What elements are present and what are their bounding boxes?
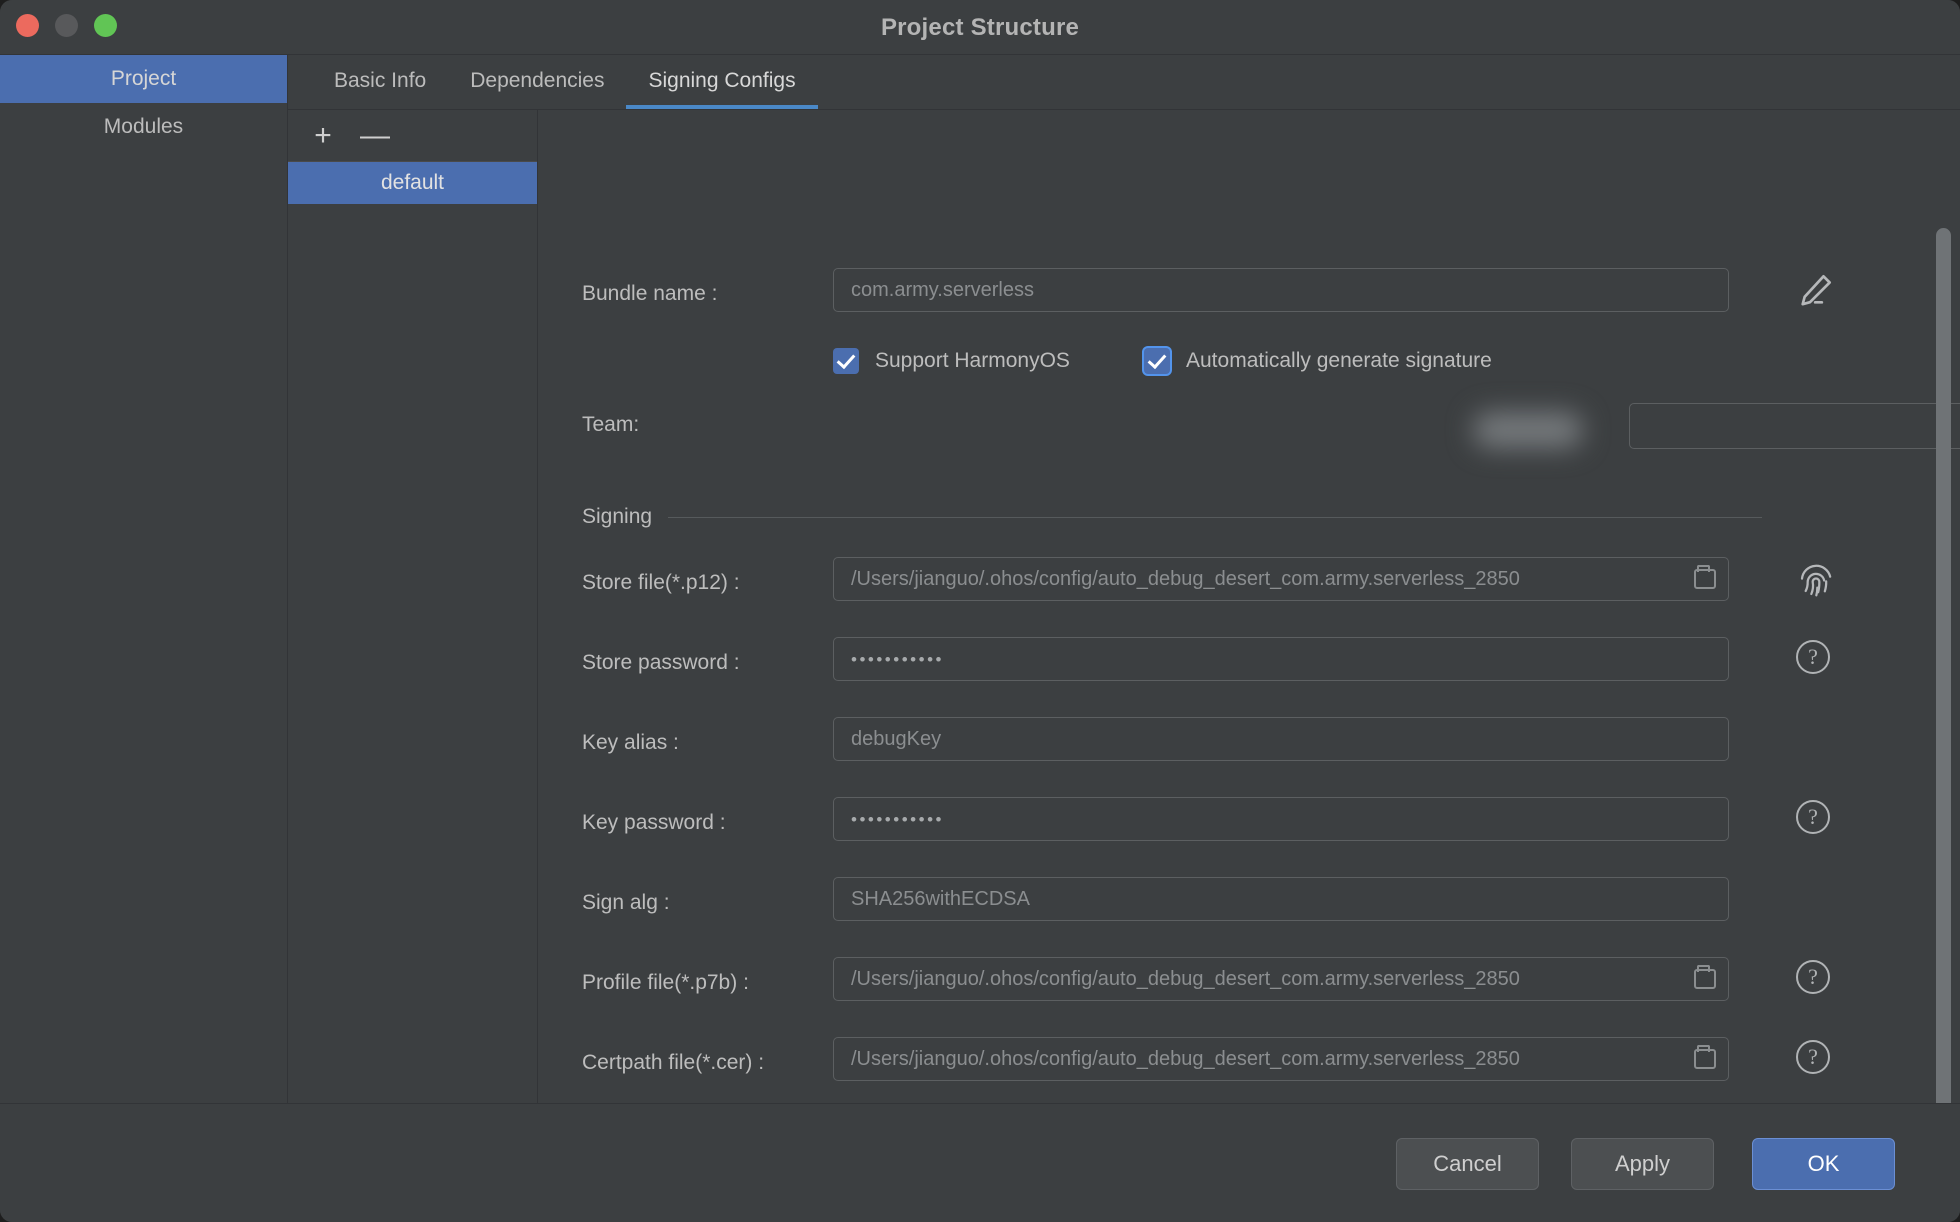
profile-file-input[interactable]: /Users/jianguo/.ohos/config/auto_debug_d… bbox=[833, 957, 1729, 1001]
signing-section-header: Signing bbox=[582, 505, 1762, 529]
folder-icon[interactable] bbox=[1694, 965, 1716, 989]
store-file-value: /Users/jianguo/.ohos/config/auto_debug_d… bbox=[851, 568, 1520, 590]
key-password-value: ••••••••••• bbox=[851, 810, 944, 829]
signing-config-list: + — default bbox=[288, 110, 538, 1103]
tab-dependencies[interactable]: Dependencies bbox=[448, 54, 626, 109]
dialog-footer: Cancel Apply OK bbox=[0, 1103, 1960, 1222]
ok-button[interactable]: OK bbox=[1752, 1138, 1895, 1190]
apply-button[interactable]: Apply bbox=[1571, 1138, 1714, 1190]
tab-basic-info[interactable]: Basic Info bbox=[312, 54, 448, 109]
certpath-file-input[interactable]: /Users/jianguo/.ohos/config/auto_debug_d… bbox=[833, 1037, 1729, 1081]
key-password-help-icon[interactable]: ? bbox=[1796, 800, 1836, 840]
signing-configs-form: Bundle name : com.army.serverless Suppor… bbox=[539, 110, 1960, 1103]
certpath-file-label: Certpath file(*.cer) : bbox=[582, 1051, 765, 1074]
store-password-input[interactable]: ••••••••••• bbox=[833, 637, 1729, 681]
cancel-button[interactable]: Cancel bbox=[1396, 1138, 1539, 1190]
section-divider bbox=[668, 516, 1762, 518]
bundle-name-label: Bundle name : bbox=[582, 282, 718, 305]
store-file-label: Store file(*.p12) : bbox=[582, 571, 740, 594]
store-file-input[interactable]: /Users/jianguo/.ohos/config/auto_debug_d… bbox=[833, 557, 1729, 601]
config-list-item-default[interactable]: default bbox=[288, 162, 537, 204]
tab-signing-configs[interactable]: Signing Configs bbox=[626, 54, 818, 109]
key-password-label: Key password : bbox=[582, 811, 726, 834]
signing-section-label: Signing bbox=[582, 505, 653, 528]
key-password-input[interactable]: ••••••••••• bbox=[833, 797, 1729, 841]
profile-file-label: Profile file(*.p7b) : bbox=[582, 971, 749, 994]
team-dropdown[interactable] bbox=[1629, 403, 1960, 449]
certpath-file-help-icon[interactable]: ? bbox=[1796, 1040, 1836, 1080]
checkbox-box bbox=[833, 348, 859, 374]
auto-generate-signature-label: Automatically generate signature bbox=[1186, 349, 1492, 372]
tab-strip: Basic Info Dependencies Signing Configs bbox=[288, 55, 1960, 110]
team-redacted-value bbox=[1433, 408, 1633, 450]
folder-icon[interactable] bbox=[1694, 565, 1716, 589]
vertical-scrollbar[interactable] bbox=[1936, 228, 1951, 1103]
add-config-button[interactable]: + bbox=[310, 120, 336, 151]
auto-generate-signature-checkbox[interactable]: Automatically generate signature bbox=[1144, 348, 1492, 374]
title-bar: Project Structure bbox=[0, 0, 1960, 55]
team-label: Team: bbox=[582, 413, 640, 436]
key-alias-label: Key alias : bbox=[582, 731, 679, 754]
store-password-value: ••••••••••• bbox=[851, 650, 944, 669]
sidebar: Project Modules bbox=[0, 55, 288, 1103]
sign-alg-label: Sign alg : bbox=[582, 891, 670, 914]
checkbox-box bbox=[1144, 348, 1170, 374]
folder-icon[interactable] bbox=[1694, 1045, 1716, 1069]
certpath-file-value: /Users/jianguo/.ohos/config/auto_debug_d… bbox=[851, 1048, 1520, 1070]
config-list-toolbar: + — bbox=[288, 110, 537, 162]
profile-file-value: /Users/jianguo/.ohos/config/auto_debug_d… bbox=[851, 968, 1520, 990]
sign-alg-input[interactable]: SHA256withECDSA bbox=[833, 877, 1729, 921]
key-alias-input[interactable]: debugKey bbox=[833, 717, 1729, 761]
window-title: Project Structure bbox=[880, 14, 1080, 41]
support-harmonyos-checkbox[interactable]: Support HarmonyOS bbox=[833, 348, 1070, 374]
store-password-label: Store password : bbox=[582, 651, 740, 674]
project-structure-dialog: Project Structure Project Modules Basic … bbox=[0, 0, 1960, 1222]
pencil-icon[interactable] bbox=[1796, 270, 1836, 310]
fingerprint-icon[interactable] bbox=[1796, 560, 1836, 600]
remove-config-button[interactable]: — bbox=[360, 120, 390, 151]
bundle-name-input[interactable]: com.army.serverless bbox=[833, 268, 1729, 312]
sidebar-item-modules[interactable]: Modules bbox=[0, 103, 287, 151]
sidebar-item-project[interactable]: Project bbox=[0, 55, 287, 103]
support-harmonyos-label: Support HarmonyOS bbox=[875, 349, 1070, 372]
profile-file-help-icon[interactable]: ? bbox=[1796, 960, 1836, 1000]
store-password-help-icon[interactable]: ? bbox=[1796, 640, 1836, 680]
